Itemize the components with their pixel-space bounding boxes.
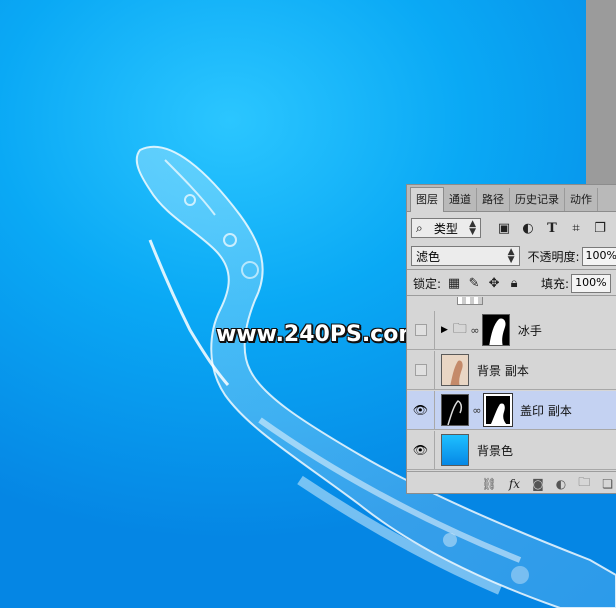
link-chain-icon[interactable]: ∞: [470, 324, 480, 337]
lock-row: 锁定: ▦ ✎ ✥ 🔒︎ 填充: 100%: [407, 273, 616, 293]
link-chain-icon[interactable]: ∞: [472, 404, 482, 417]
layer-name-ice-hand[interactable]: 冰手: [518, 322, 542, 339]
group-mask-thumbnail[interactable]: [481, 314, 510, 346]
search-icon: ⌕: [416, 220, 423, 235]
panel-tabs: 图层 通道 路径 历史记录 动作: [407, 185, 616, 212]
filter-kind-label: 类型: [433, 221, 458, 236]
shape-filter-icon[interactable]: ⌗: [567, 219, 585, 237]
folder-icon: 🗀︎: [452, 321, 467, 337]
layer-thumbnail[interactable]: [441, 434, 469, 466]
layer-row-background-copy[interactable]: 背景 副本: [407, 351, 616, 390]
filter-row: ⌕ 类型 ▲ ▼ ▣ ◐ T ⌗ ❐: [407, 217, 616, 239]
layer-mask-thumbnail[interactable]: [483, 393, 513, 427]
layer-row-background-color[interactable]: 👁︎ 背景色: [407, 431, 616, 470]
layer-row-ice-hand[interactable]: ▶ 🗀︎ ∞ 冰手: [407, 311, 616, 350]
layer-name-background-color[interactable]: 背景色: [477, 442, 513, 459]
hidden-checkbox-icon: [414, 364, 427, 376]
tab-channels[interactable]: 通道: [444, 188, 477, 211]
opacity-label: 不透明度:: [527, 249, 580, 264]
adjustment-layer-icon[interactable]: ◐: [556, 477, 566, 491]
visibility-toggle[interactable]: [407, 311, 435, 349]
visibility-toggle[interactable]: [407, 351, 435, 389]
add-mask-icon[interactable]: ◙: [532, 477, 544, 491]
layers-panel: 图层 通道 路径 历史记录 动作 ⌕ 类型 ▲ ▼ ▣ ◐ T ⌗ ❐ 滤色 ▲ ▼…: [406, 184, 616, 494]
fill-label: 填充:: [541, 276, 570, 291]
filter-kind-select[interactable]: ⌕ 类型 ▲ ▼: [411, 218, 481, 238]
fx-icon[interactable]: fx: [509, 477, 520, 491]
lock-position-icon[interactable]: ✥: [485, 274, 503, 292]
fill-input[interactable]: 100%: [571, 273, 611, 293]
watermark-text: www.240PS.com: [216, 322, 422, 347]
layer-name-stamp-copy[interactable]: 盖印 副本: [520, 402, 572, 419]
smart-object-filter-icon[interactable]: ❐: [591, 219, 609, 237]
tab-actions[interactable]: 动作: [565, 188, 598, 211]
link-layers-icon[interactable]: ⛓︎: [482, 477, 497, 491]
divider: [407, 269, 616, 270]
tab-history[interactable]: 历史记录: [510, 188, 565, 211]
eye-icon: 👁︎: [412, 443, 429, 457]
type-filter-icon[interactable]: T: [543, 219, 561, 237]
canvas-gray-area: [586, 0, 616, 186]
chevron-updown-icon: ▲ ▼: [469, 219, 476, 237]
layer-thumbnail[interactable]: [441, 354, 469, 386]
lock-transparent-icon[interactable]: ▦: [445, 274, 463, 292]
blend-mode-value: 滤色: [416, 249, 441, 264]
layer-thumbnail[interactable]: [441, 394, 469, 426]
layer-name-background-copy[interactable]: 背景 副本: [477, 362, 529, 379]
lock-label: 锁定:: [413, 276, 442, 291]
chevron-updown-icon: ▲ ▼: [507, 247, 515, 265]
blend-row: 滤色 ▲ ▼ 不透明度: 100%: [407, 245, 616, 267]
panel-bottom-bar: ⛓︎ fx ◙ ◐ 🗀︎ ❏: [407, 471, 616, 495]
adjustment-filter-icon[interactable]: ◐: [519, 219, 537, 237]
expand-triangle-icon[interactable]: ▶: [441, 325, 448, 335]
new-layer-icon[interactable]: ❏: [602, 477, 613, 491]
opacity-input[interactable]: 100%: [581, 246, 616, 266]
tab-layers[interactable]: 图层: [410, 187, 444, 212]
new-group-icon[interactable]: 🗀︎: [578, 473, 590, 494]
divider: [407, 295, 616, 296]
lock-paint-icon[interactable]: ✎: [465, 274, 483, 292]
layer-row-stamp-copy[interactable]: 👁︎ ∞ 盖印 副本: [407, 391, 616, 430]
visibility-toggle[interactable]: 👁︎: [407, 431, 435, 469]
lock-all-icon[interactable]: 🔒︎: [505, 274, 523, 292]
visibility-toggle[interactable]: 👁︎: [407, 391, 435, 429]
layer-thumb-partial: [457, 297, 483, 305]
tab-paths[interactable]: 路径: [477, 188, 510, 211]
hidden-checkbox-icon: [414, 324, 427, 336]
image-filter-icon[interactable]: ▣: [495, 219, 513, 237]
blend-mode-select[interactable]: 滤色 ▲ ▼: [411, 246, 520, 266]
eye-icon: 👁︎: [412, 403, 429, 417]
